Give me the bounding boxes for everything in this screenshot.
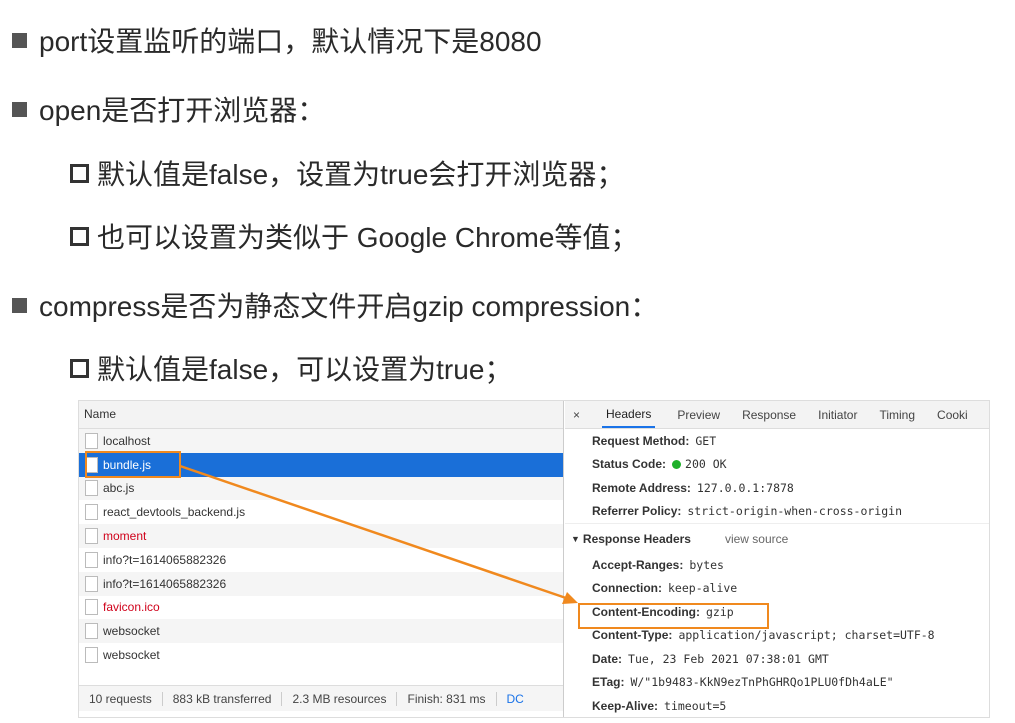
highlight-box-bundle [85,451,181,478]
annotation-overlay [85,451,769,629]
highlight-box-content-encoding [578,603,769,629]
arrow-line [179,464,567,600]
